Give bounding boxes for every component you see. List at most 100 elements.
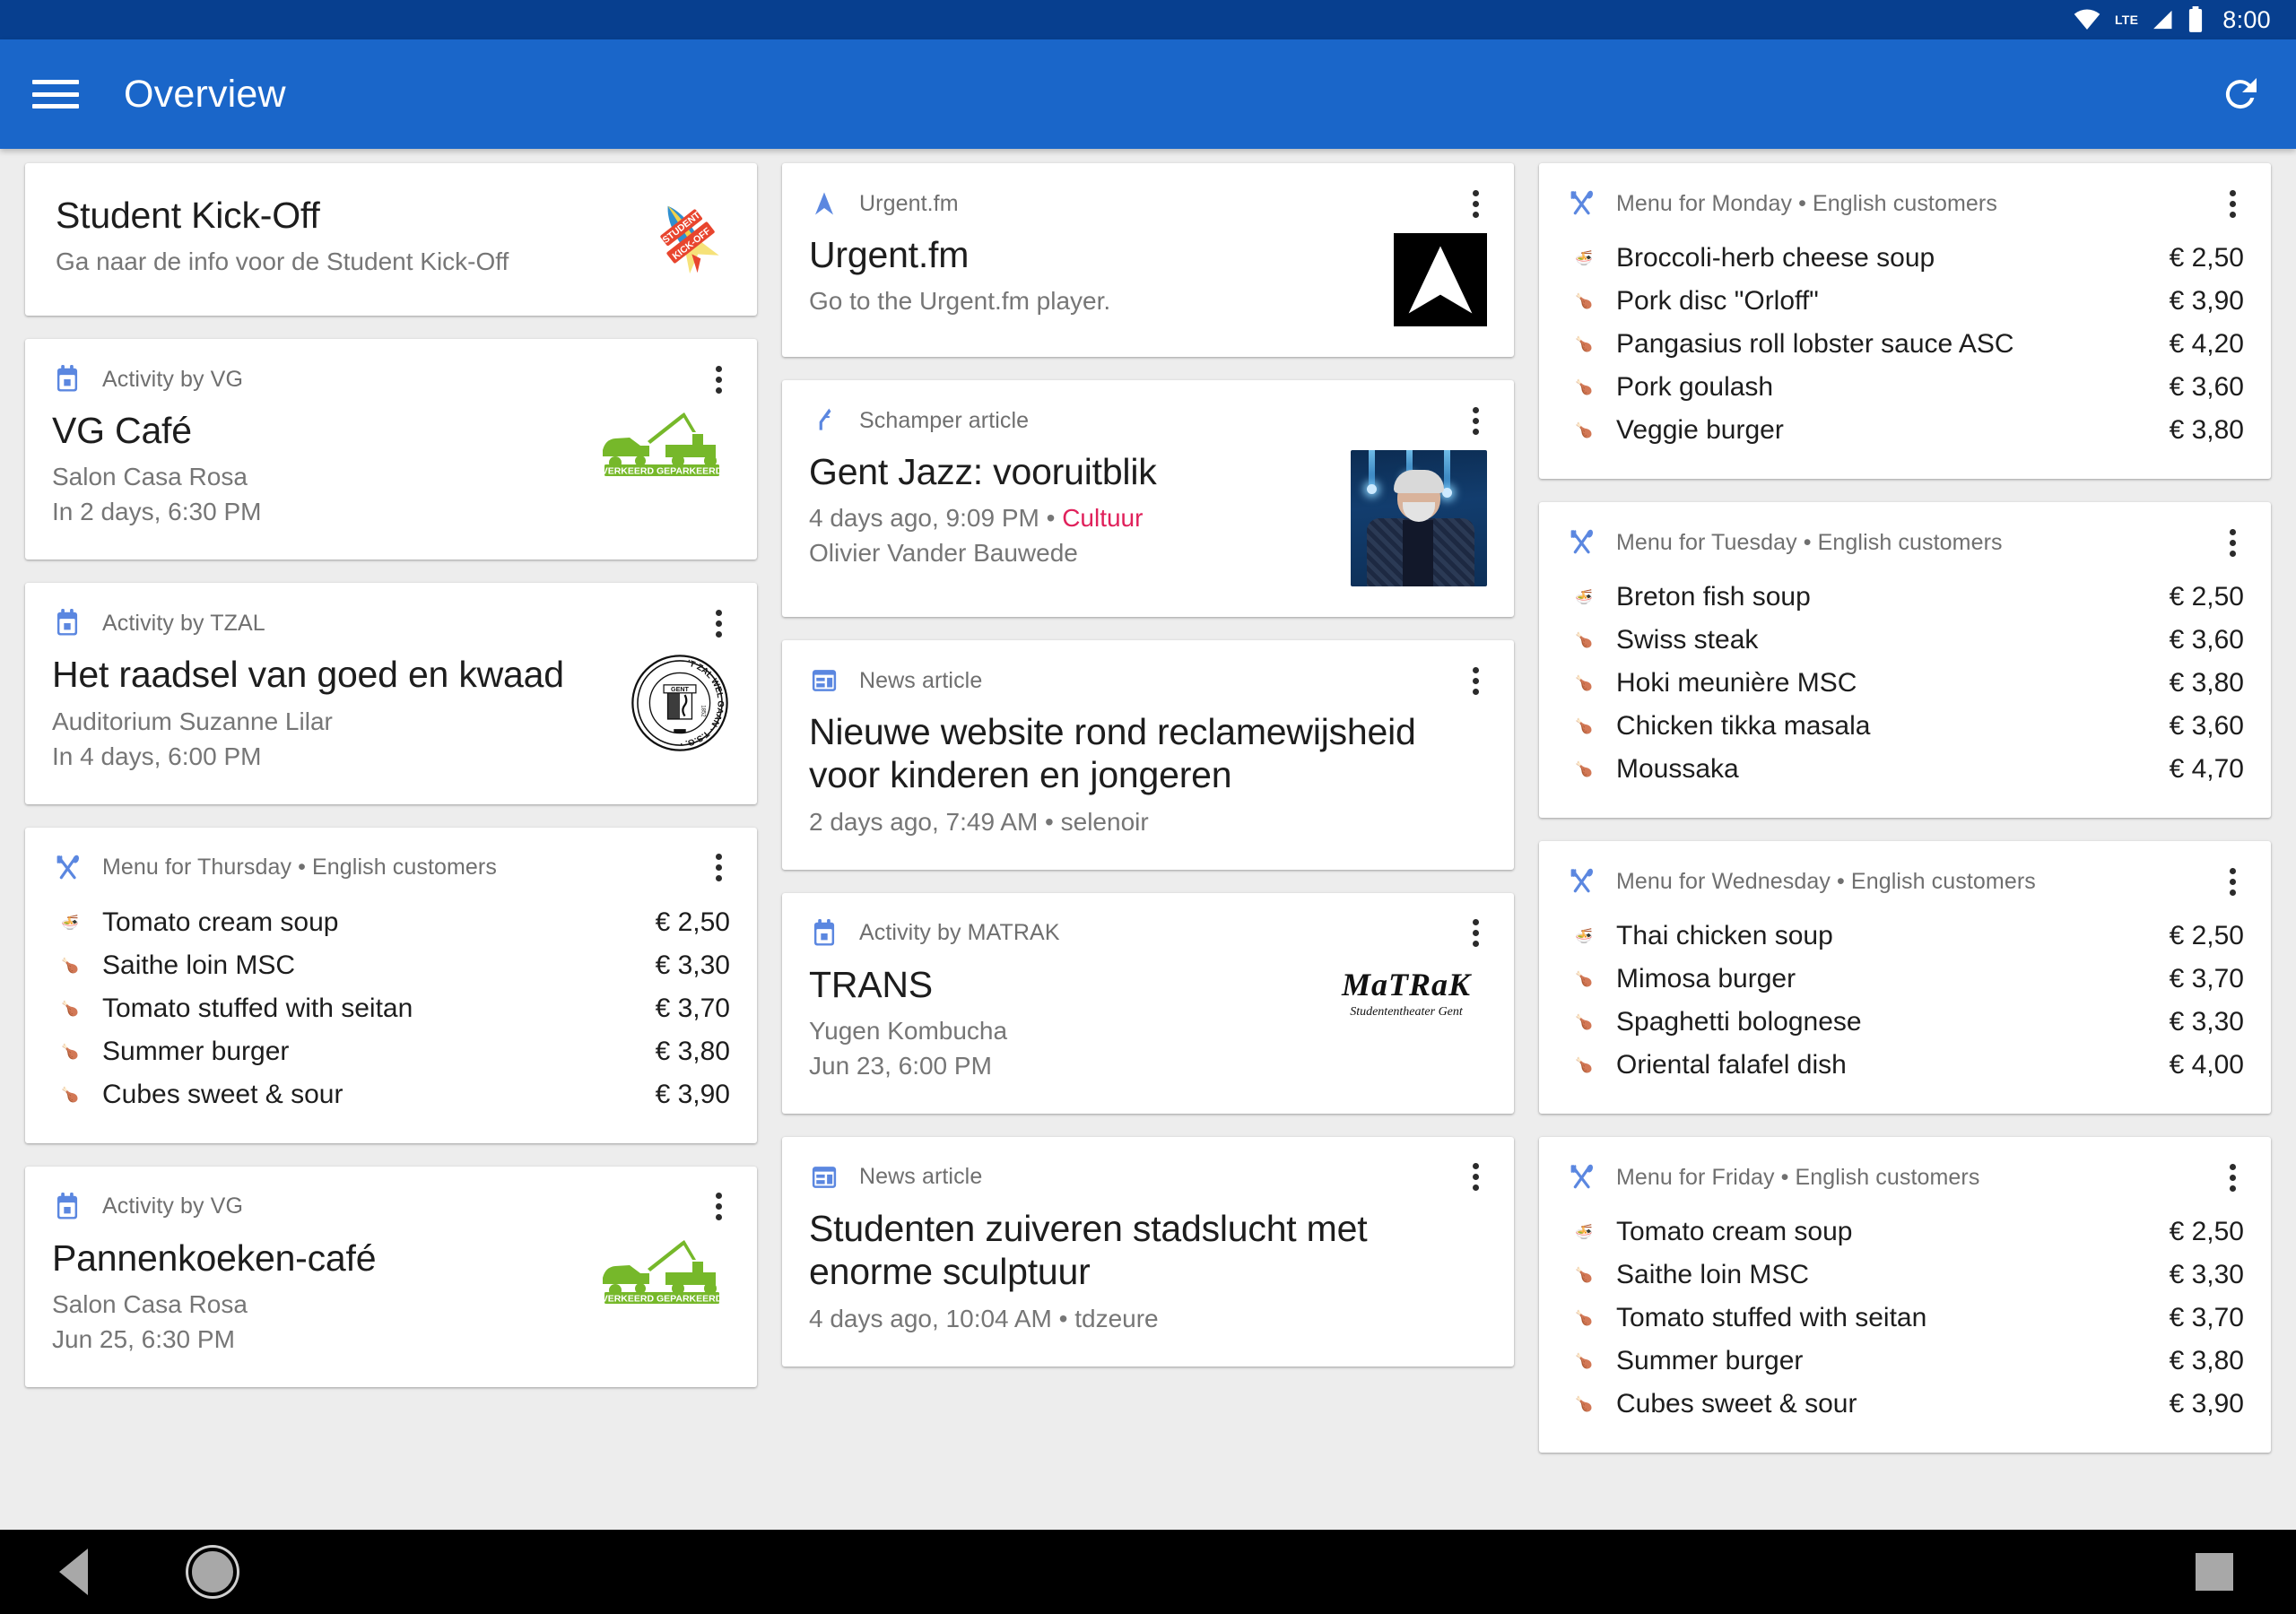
cutlery-icon — [1566, 866, 1596, 897]
list-item[interactable]: 🍜 Tomato cream soup € 2,50 — [1566, 1210, 2244, 1254]
card-activity-matrak-trans[interactable]: Activity by MATRAK TRANS Yugen Kombucha … — [782, 892, 1514, 1114]
meat-icon: 🍗 — [1575, 1058, 1593, 1073]
overflow-menu-button[interactable] — [703, 1188, 734, 1226]
list-item[interactable]: 🍗 Tomato stuffed with seitan € 3,70 — [1566, 1297, 2244, 1340]
card-header-label: Activity by VG — [102, 366, 243, 392]
card-urgentfm[interactable]: Urgent.fm Urgent.fm Go to the Urgent.fm … — [782, 163, 1514, 357]
card-title: Pannenkoeken-café — [52, 1237, 377, 1279]
refresh-icon[interactable] — [2219, 73, 2262, 116]
overflow-menu-button[interactable] — [2217, 863, 2248, 900]
card-student-kick-off[interactable]: Student Kick-Off Ga naar de info voor de… — [25, 163, 757, 316]
overflow-menu-button[interactable] — [2217, 524, 2248, 561]
back-icon[interactable] — [59, 1549, 88, 1595]
overflow-menu-button[interactable] — [1460, 1158, 1491, 1196]
overflow-menu-button[interactable] — [1460, 185, 1491, 222]
dish-price: € 3,70 — [2169, 964, 2244, 994]
column-left: Student Kick-Off Ga naar de info voor de… — [13, 163, 770, 1530]
article-meta: 2 days ago, 7:49 AM • selenoir — [809, 807, 1149, 836]
dish-price: € 3,80 — [2169, 415, 2244, 445]
list-item[interactable]: 🍗 Oriental falafel dish € 4,00 — [1566, 1044, 2244, 1087]
list-item[interactable]: 🍗 Hoki meunière MSC € 3,80 — [1566, 662, 2244, 705]
card-menu-friday[interactable]: Menu for Friday • English customers 🍜 To… — [1539, 1137, 2271, 1453]
home-icon[interactable] — [188, 1548, 237, 1596]
dish-price: € 3,80 — [2169, 1346, 2244, 1375]
list-item[interactable]: 🍗 Saithe loin MSC € 3,30 — [52, 944, 730, 987]
meat-icon: 🍗 — [1575, 1268, 1593, 1283]
cards-scroll-area[interactable]: Student Kick-Off Ga naar de info voor de… — [0, 149, 2296, 1530]
overflow-menu-button[interactable] — [703, 604, 734, 642]
list-item[interactable]: 🍗 Pork goulash € 3,60 — [1566, 366, 2244, 409]
recents-icon[interactable] — [2196, 1553, 2233, 1591]
network-type-label: LTE — [2114, 13, 2139, 27]
card-activity-pannenkoeken-cafe[interactable]: Activity by VG Pannenkoeken-café Salon C… — [25, 1166, 757, 1387]
list-item[interactable]: 🍗 Saithe loin MSC € 3,30 — [1566, 1254, 2244, 1297]
list-item[interactable]: 🍜 Broccoli-herb cheese soup € 2,50 — [1566, 237, 2244, 280]
wifi-icon — [2072, 8, 2102, 31]
list-item[interactable]: 🍜 Tomato cream soup € 2,50 — [52, 901, 730, 944]
overflow-menu-button[interactable] — [1460, 402, 1491, 439]
card-title: Studenten zuiveren stadslucht met enorme… — [809, 1207, 1368, 1293]
card-menu-wednesday[interactable]: Menu for Wednesday • English customers 🍜… — [1539, 841, 2271, 1114]
list-item[interactable]: 🍜 Thai chicken soup € 2,50 — [1566, 915, 2244, 958]
list-item[interactable]: 🍗 Summer burger € 3,80 — [52, 1030, 730, 1073]
list-item[interactable]: 🍗 Moussaka € 4,70 — [1566, 748, 2244, 791]
page-title: Overview — [124, 72, 286, 116]
dish-price: € 3,70 — [655, 993, 730, 1023]
list-item[interactable]: 🍗 Veggie burger € 3,80 — [1566, 409, 2244, 452]
card-menu-tuesday[interactable]: Menu for Tuesday • English customers 🍜 B… — [1539, 502, 2271, 818]
card-activity-vg-cafe[interactable]: Activity by VG VG Café Salon Casa Rosa I… — [25, 339, 757, 560]
dish-name: Hoki meunière MSC — [1616, 668, 1857, 698]
dish-price: € 4,70 — [2169, 754, 2244, 784]
dish-name: Swiss steak — [1616, 625, 1759, 655]
card-schamper-article[interactable]: Schamper article Gent Jazz: vooruitblik … — [782, 380, 1514, 617]
card-news-article-sculptuur[interactable]: News article Studenten zuiveren stadsluc… — [782, 1136, 1514, 1367]
list-item[interactable]: 🍗 Pangasius roll lobster sauce ASC € 4,2… — [1566, 323, 2244, 366]
list-item[interactable]: 🍗 Mimosa burger € 3,70 — [1566, 958, 2244, 1001]
list-item[interactable]: 🍗 Tomato stuffed with seitan € 3,70 — [52, 987, 730, 1030]
card-menu-monday[interactable]: Menu for Monday • English customers 🍜 Br… — [1539, 163, 2271, 479]
meat-icon: 🍗 — [61, 1087, 79, 1103]
dish-price: € 2,50 — [2169, 582, 2244, 612]
list-item[interactable]: 🍗 Pork disc "Orloff" € 3,90 — [1566, 280, 2244, 323]
list-item[interactable]: 🍗 Spaghetti bolognese € 3,30 — [1566, 1001, 2244, 1044]
article-category[interactable]: Cultuur — [1062, 504, 1143, 532]
kickoff-text: Student Kick-Off Ga naar de info voor de… — [56, 194, 628, 279]
list-item[interactable]: 🍗 Swiss steak € 3,60 — [1566, 619, 2244, 662]
card-menu-thursday[interactable]: Menu for Thursday • English customers 🍜 … — [25, 827, 757, 1143]
overflow-menu-button[interactable] — [703, 849, 734, 887]
list-item[interactable]: 🍗 Summer burger € 3,80 — [1566, 1340, 2244, 1383]
card-header: Activity by MATRAK — [782, 893, 1514, 950]
dish-name: Tomato stuffed with seitan — [102, 993, 413, 1023]
meat-icon: 🍗 — [1575, 1354, 1593, 1369]
menu-list: 🍜 Tomato cream soup € 2,50 🍗 Saithe loin… — [25, 885, 757, 1143]
card-news-article-reclamewijsheid[interactable]: News article Nieuwe website rond reclame… — [782, 640, 1514, 870]
urgentfm-arrow-icon — [809, 188, 839, 219]
hamburger-menu-icon[interactable] — [32, 75, 79, 113]
activity-time: In 2 days, 6:30 PM — [52, 498, 262, 526]
status-clock: 8:00 — [2222, 5, 2271, 33]
svg-text:1852: 1852 — [700, 706, 706, 718]
card-activity-tzal[interactable]: Activity by TZAL Het raadsel van goed en… — [25, 583, 757, 804]
overflow-menu-button[interactable] — [2217, 185, 2248, 222]
menu-list: 🍜 Thai chicken soup € 2,50 🍗 Mimosa burg… — [1539, 898, 2271, 1114]
dish-price: € 3,90 — [2169, 286, 2244, 316]
overflow-menu-button[interactable] — [2217, 1158, 2248, 1196]
meat-icon: 🍗 — [1575, 1015, 1593, 1030]
meat-icon: 🍗 — [1575, 719, 1593, 734]
cutlery-icon — [1566, 1162, 1596, 1193]
soup-bowl-icon: 🍜 — [1575, 590, 1593, 605]
dish-price: € 3,60 — [2169, 372, 2244, 402]
list-item[interactable]: 🍗 Cubes sweet & sour € 3,90 — [52, 1073, 730, 1116]
list-item[interactable]: 🍗 Cubes sweet & sour € 3,90 — [1566, 1383, 2244, 1426]
card-header-label: Activity by VG — [102, 1193, 243, 1219]
dish-name: Thai chicken soup — [1616, 921, 1833, 950]
overflow-menu-button[interactable] — [1460, 915, 1491, 952]
list-item[interactable]: 🍜 Breton fish soup € 2,50 — [1566, 576, 2244, 619]
card-title: Student Kick-Off — [56, 195, 320, 236]
overflow-menu-button[interactable] — [1460, 662, 1491, 699]
overflow-menu-button[interactable] — [703, 360, 734, 398]
card-header: Menu for Tuesday • English customers — [1539, 502, 2271, 560]
newspaper-icon — [809, 1162, 839, 1193]
list-item[interactable]: 🍗 Chicken tikka masala € 3,60 — [1566, 705, 2244, 748]
card-header-label: Menu for Wednesday • English customers — [1616, 868, 2036, 894]
